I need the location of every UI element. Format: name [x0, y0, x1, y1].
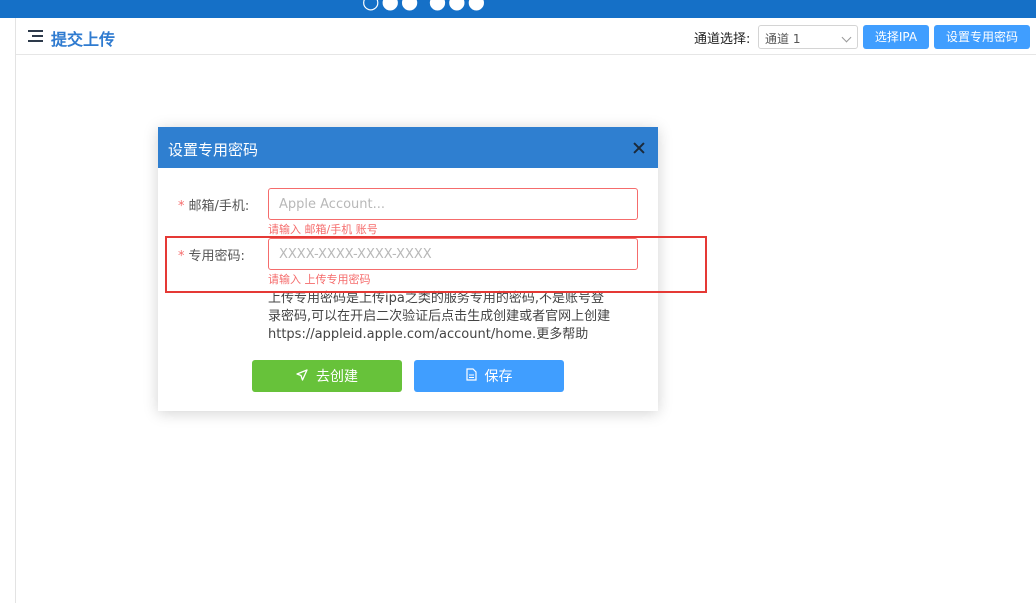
chevron-down-icon [841, 32, 852, 43]
dialog-title: 设置专用密码 [168, 141, 259, 159]
save-button[interactable]: 保存 [414, 360, 564, 392]
password-field-label: * 专用密码: [178, 245, 245, 264]
banner-cropped-text: ○●● ●●● [362, 0, 488, 13]
document-icon [465, 368, 477, 384]
page-title: 提交上传 [51, 30, 116, 49]
password-dialog: 设置专用密码 * 邮箱/手机: Apple Account... 请输入 邮箱/手… [158, 127, 658, 411]
password-input[interactable]: XXXX-XXXX-XXXX-XXXX [268, 238, 638, 270]
password-label-text: 专用密码: [188, 249, 245, 264]
account-error-message: 请输入 邮箱/手机 账号 [268, 223, 378, 236]
channel-select-value: 通道 1 [765, 32, 801, 46]
create-button-label: 去创建 [316, 369, 358, 385]
account-input[interactable]: Apple Account... [268, 188, 638, 220]
password-error-message: 请输入 上传专用密码 [268, 273, 371, 286]
password-input-placeholder: XXXX-XXXX-XXXX-XXXX [279, 247, 432, 262]
save-button-label: 保存 [484, 369, 513, 385]
account-field-label: * 邮箱/手机: [178, 195, 249, 214]
close-icon[interactable] [632, 141, 646, 155]
help-line: 录密码,可以在开启二次验证后点击生成创建或者官网上创建 [268, 309, 611, 324]
select-ipa-button[interactable]: 选择IPA [863, 25, 929, 49]
send-icon [296, 368, 308, 384]
channel-label: 通道选择: [694, 32, 751, 47]
help-text: 上传专用密码是上传ipa之类的服务专用的密码,不是账号登 录密码,可以在开启二次… [268, 290, 648, 344]
help-line[interactable]: https://appleid.apple.com/account/home.更… [268, 326, 648, 344]
required-mark: * [178, 199, 185, 214]
channel-select[interactable]: 通道 1 [758, 25, 858, 49]
dialog-header: 设置专用密码 [158, 127, 658, 168]
set-password-button[interactable]: 设置专用密码 [934, 25, 1030, 49]
required-mark: * [178, 249, 185, 264]
page-header: 提交上传 通道选择: 通道 1 选择IPA 设置专用密码 [16, 18, 1036, 55]
menu-icon[interactable] [28, 30, 43, 43]
help-line: 上传专用密码是上传ipa之类的服务专用的密码,不是账号登 [268, 291, 604, 306]
account-label-text: 邮箱/手机: [188, 199, 250, 214]
left-divider [15, 18, 16, 603]
top-banner: ○●● ●●● [0, 0, 1036, 18]
create-button[interactable]: 去创建 [252, 360, 402, 392]
account-input-placeholder: Apple Account... [279, 197, 386, 212]
